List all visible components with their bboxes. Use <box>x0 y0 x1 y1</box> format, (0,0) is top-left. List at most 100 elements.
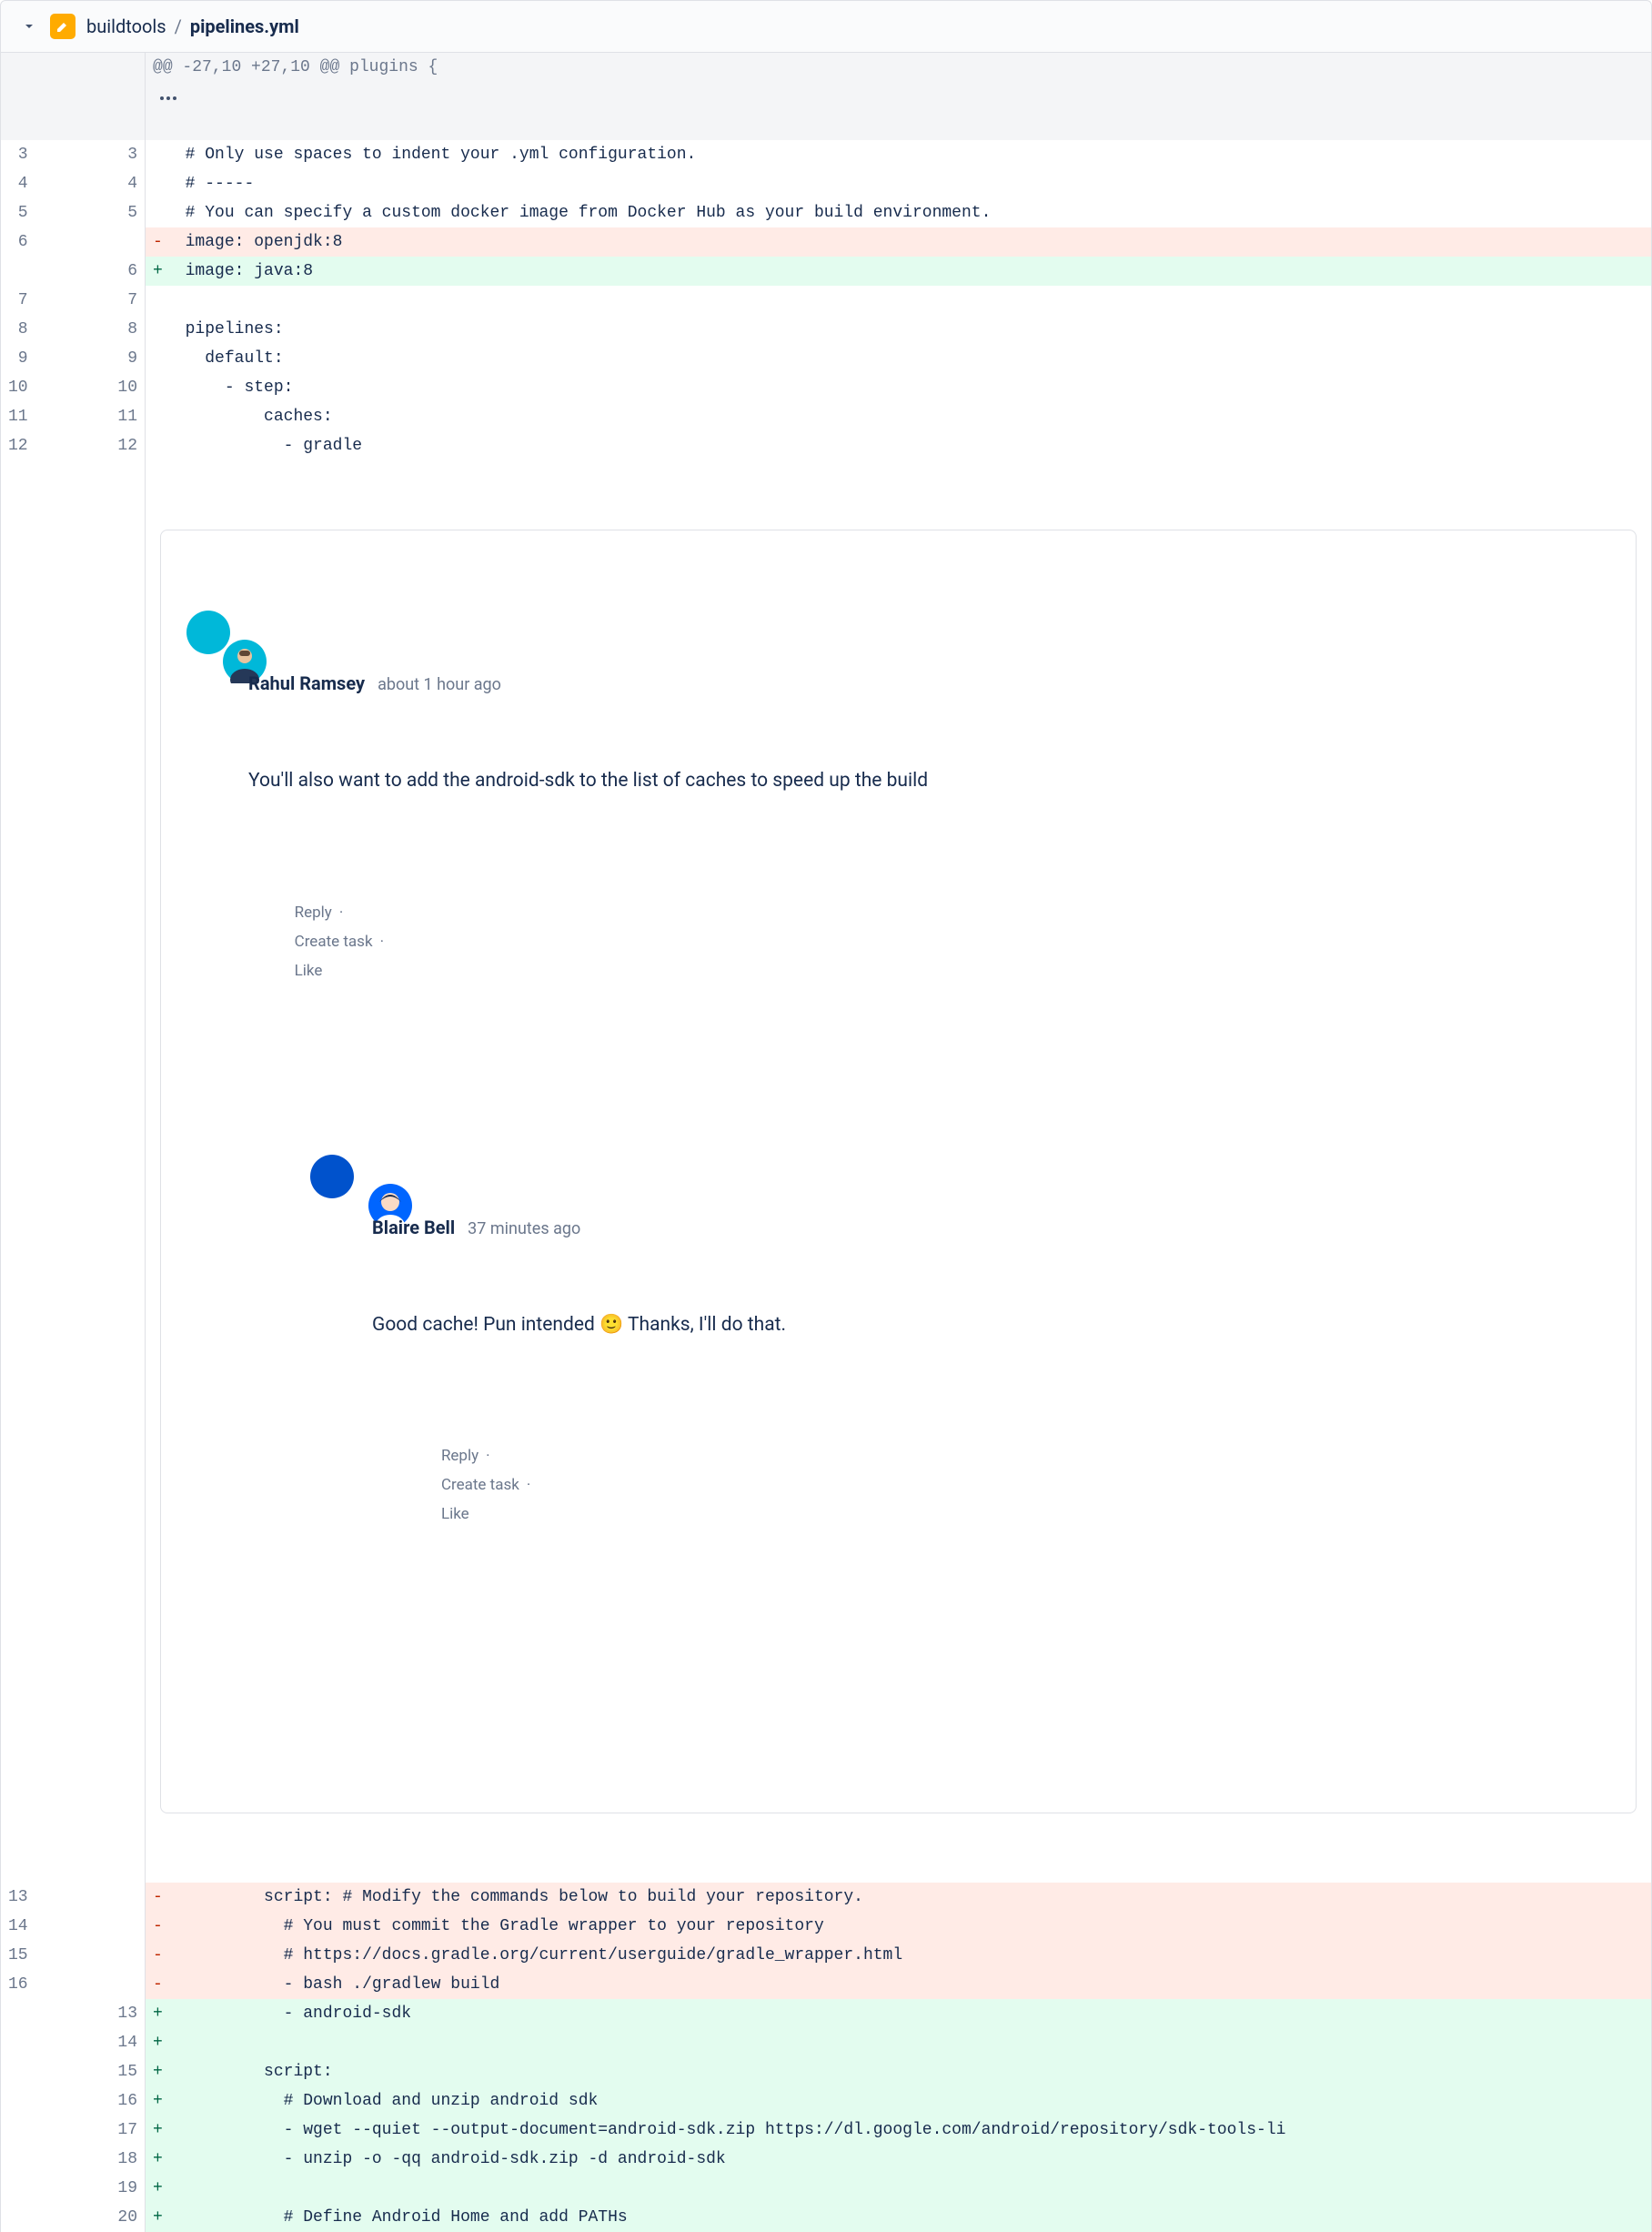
diff-code: + <box>146 2028 1652 2057</box>
line-number-new: 14 <box>35 2028 146 2057</box>
line-number-new: 6 <box>35 257 146 286</box>
line-number-new <box>35 1912 146 1941</box>
line-number-new: 7 <box>35 286 146 315</box>
diff-line[interactable]: 15+ script: <box>1 2057 1652 2086</box>
line-number-old: 11 <box>1 402 35 431</box>
diff-line[interactable]: 33 # Only use spaces to indent your .yml… <box>1 140 1652 169</box>
diff-code <box>146 286 1652 315</box>
edit-icon <box>55 19 70 34</box>
diff-code: + - unzip -o -qq android-sdk.zip -d andr… <box>146 2145 1652 2174</box>
diff-line[interactable]: 1212 - gradle <box>1 431 1652 460</box>
avatar[interactable] <box>186 611 230 654</box>
line-number-new: 5 <box>35 198 146 227</box>
line-number-new: 3 <box>35 140 146 169</box>
line-number-old <box>1 2203 35 2232</box>
diff-line[interactable]: 88 pipelines: <box>1 315 1652 344</box>
file-path[interactable]: buildtools / pipelines.yml <box>86 15 299 37</box>
diff-line[interactable]: 20+ # Define Android Home and add PATHs <box>1 2203 1652 2232</box>
like-button[interactable]: Like <box>295 962 323 980</box>
more-icon <box>121 96 216 100</box>
diff-line[interactable]: 1111 caches: <box>1 402 1652 431</box>
avatar[interactable] <box>310 1155 354 1198</box>
line-number-new <box>35 1941 146 1970</box>
reply-button[interactable]: Reply <box>295 904 332 922</box>
hunk-header-text: @@ -27,10 +27,10 @@ plugins { <box>146 53 1652 140</box>
diff-line[interactable]: 99 default: <box>1 344 1652 373</box>
diff-line[interactable]: 44 # ----- <box>1 169 1652 198</box>
comment-reply: Blaire Bell 37 minutes ago Good cache! P… <box>310 1155 1610 1617</box>
collapse-toggle[interactable] <box>19 16 39 36</box>
hunk-header-row: @@ -27,10 +27,10 @@ plugins { <box>1 53 1652 140</box>
diff-line[interactable]: 6 - image: openjdk:8 <box>1 227 1652 257</box>
line-number-new <box>35 1883 146 1912</box>
file-name: pipelines.yml <box>190 15 299 37</box>
diff-line[interactable]: 55 # You can specify a custom docker ima… <box>1 198 1652 227</box>
diff-table: @@ -27,10 +27,10 @@ plugins { 33 # Only … <box>0 53 1652 2232</box>
folder-name: buildtools <box>86 15 166 37</box>
comment-author[interactable]: Blaire Bell <box>372 1213 455 1242</box>
line-number-new: 19 <box>35 2174 146 2203</box>
diff-code: # Only use spaces to indent your .yml co… <box>146 140 1652 169</box>
line-number-old: 3 <box>1 140 35 169</box>
reply-button[interactable]: Reply <box>441 1447 478 1465</box>
diff-code: - gradle <box>146 431 1652 460</box>
line-number-old <box>1 2086 35 2116</box>
line-number-old: 9 <box>1 344 35 373</box>
diff-line[interactable]: 19+ <box>1 2174 1652 2203</box>
line-number-old: 14 <box>1 1912 35 1941</box>
line-number-old: 10 <box>1 373 35 402</box>
line-number-old <box>1 2174 35 2203</box>
diff-line[interactable]: 6+ image: java:8 <box>1 257 1652 286</box>
line-number-old <box>1 1999 35 2028</box>
line-number-old: 7 <box>1 286 35 315</box>
diff-line[interactable]: 16- - bash ./gradlew build <box>1 1970 1652 1999</box>
comment-time: about 1 hour ago <box>378 671 501 700</box>
line-number-new: 9 <box>35 344 146 373</box>
diff-line[interactable]: 17+ - wget --quiet --output-document=and… <box>1 2116 1652 2145</box>
file-header: buildtools / pipelines.yml <box>0 0 1652 53</box>
line-number-old: 4 <box>1 169 35 198</box>
comment-text: Good cache! Pun intended 🙂 Thanks, I'll … <box>372 1311 1610 1340</box>
line-number-new <box>35 1970 146 1999</box>
diff-line[interactable]: 14 - # You must commit the Gradle wrapper… <box>1 1912 1652 1941</box>
comment-author[interactable]: Rahul Ramsey <box>248 669 365 698</box>
comment-text: You'll also want to add the android-sdk … <box>248 767 1610 796</box>
diff-code: - step: <box>146 373 1652 402</box>
diff-line[interactable]: 1010 - step: <box>1 373 1652 402</box>
diff-code: default: <box>146 344 1652 373</box>
diff-code: pipelines: <box>146 315 1652 344</box>
line-number-old: 6 <box>1 227 35 257</box>
create-task-button[interactable]: Create task <box>295 933 373 951</box>
line-number-old <box>1 2028 35 2057</box>
line-number-new: 8 <box>35 315 146 344</box>
diff-line[interactable]: 15- # https://docs.gradle.org/current/us… <box>1 1941 1652 1970</box>
diff-line[interactable]: 13- script: # Modify the commands below … <box>1 1883 1652 1912</box>
line-number-old: 15 <box>1 1941 35 1970</box>
diff-code: + script: <box>146 2057 1652 2086</box>
diff-code: + - android-sdk <box>146 1999 1652 2028</box>
line-number-new: 10 <box>35 373 146 402</box>
inline-comment-row: Rahul Ramsey about 1 hour ago You'll als… <box>1 460 1652 1883</box>
diff-line[interactable]: 16+ # Download and unzip android sdk <box>1 2086 1652 2116</box>
create-task-button[interactable]: Create task <box>441 1476 519 1494</box>
like-button[interactable]: Like <box>441 1505 469 1523</box>
line-number-new: 17 <box>35 2116 146 2145</box>
line-number-new: 4 <box>35 169 146 198</box>
diff-code: + <box>146 2174 1652 2203</box>
diff-code: - # You must commit the Gradle wrapper t… <box>146 1912 1652 1941</box>
diff-code: - image: openjdk:8 <box>146 227 1652 257</box>
chevron-down-icon <box>22 19 36 34</box>
line-number-old <box>1 2116 35 2145</box>
line-number-old: 13 <box>1 1883 35 1912</box>
diff-line[interactable]: 14+ <box>1 2028 1652 2057</box>
diff-code: # You can specify a custom docker image … <box>146 198 1652 227</box>
diff-code: + - wget --quiet --output-document=andro… <box>146 2116 1652 2145</box>
line-number-old <box>1 53 35 140</box>
diff-line[interactable]: 18+ - unzip -o -qq android-sdk.zip -d an… <box>1 2145 1652 2174</box>
comment: Rahul Ramsey about 1 hour ago You'll als… <box>186 611 1610 1732</box>
line-number-new: 20 <box>35 2203 146 2232</box>
expand-diff-button[interactable] <box>35 53 146 140</box>
diff-line[interactable]: 77 <box>1 286 1652 315</box>
comment-actions: Reply· Create task· Like <box>372 1412 1610 1558</box>
diff-line[interactable]: 13+ - android-sdk <box>1 1999 1652 2028</box>
